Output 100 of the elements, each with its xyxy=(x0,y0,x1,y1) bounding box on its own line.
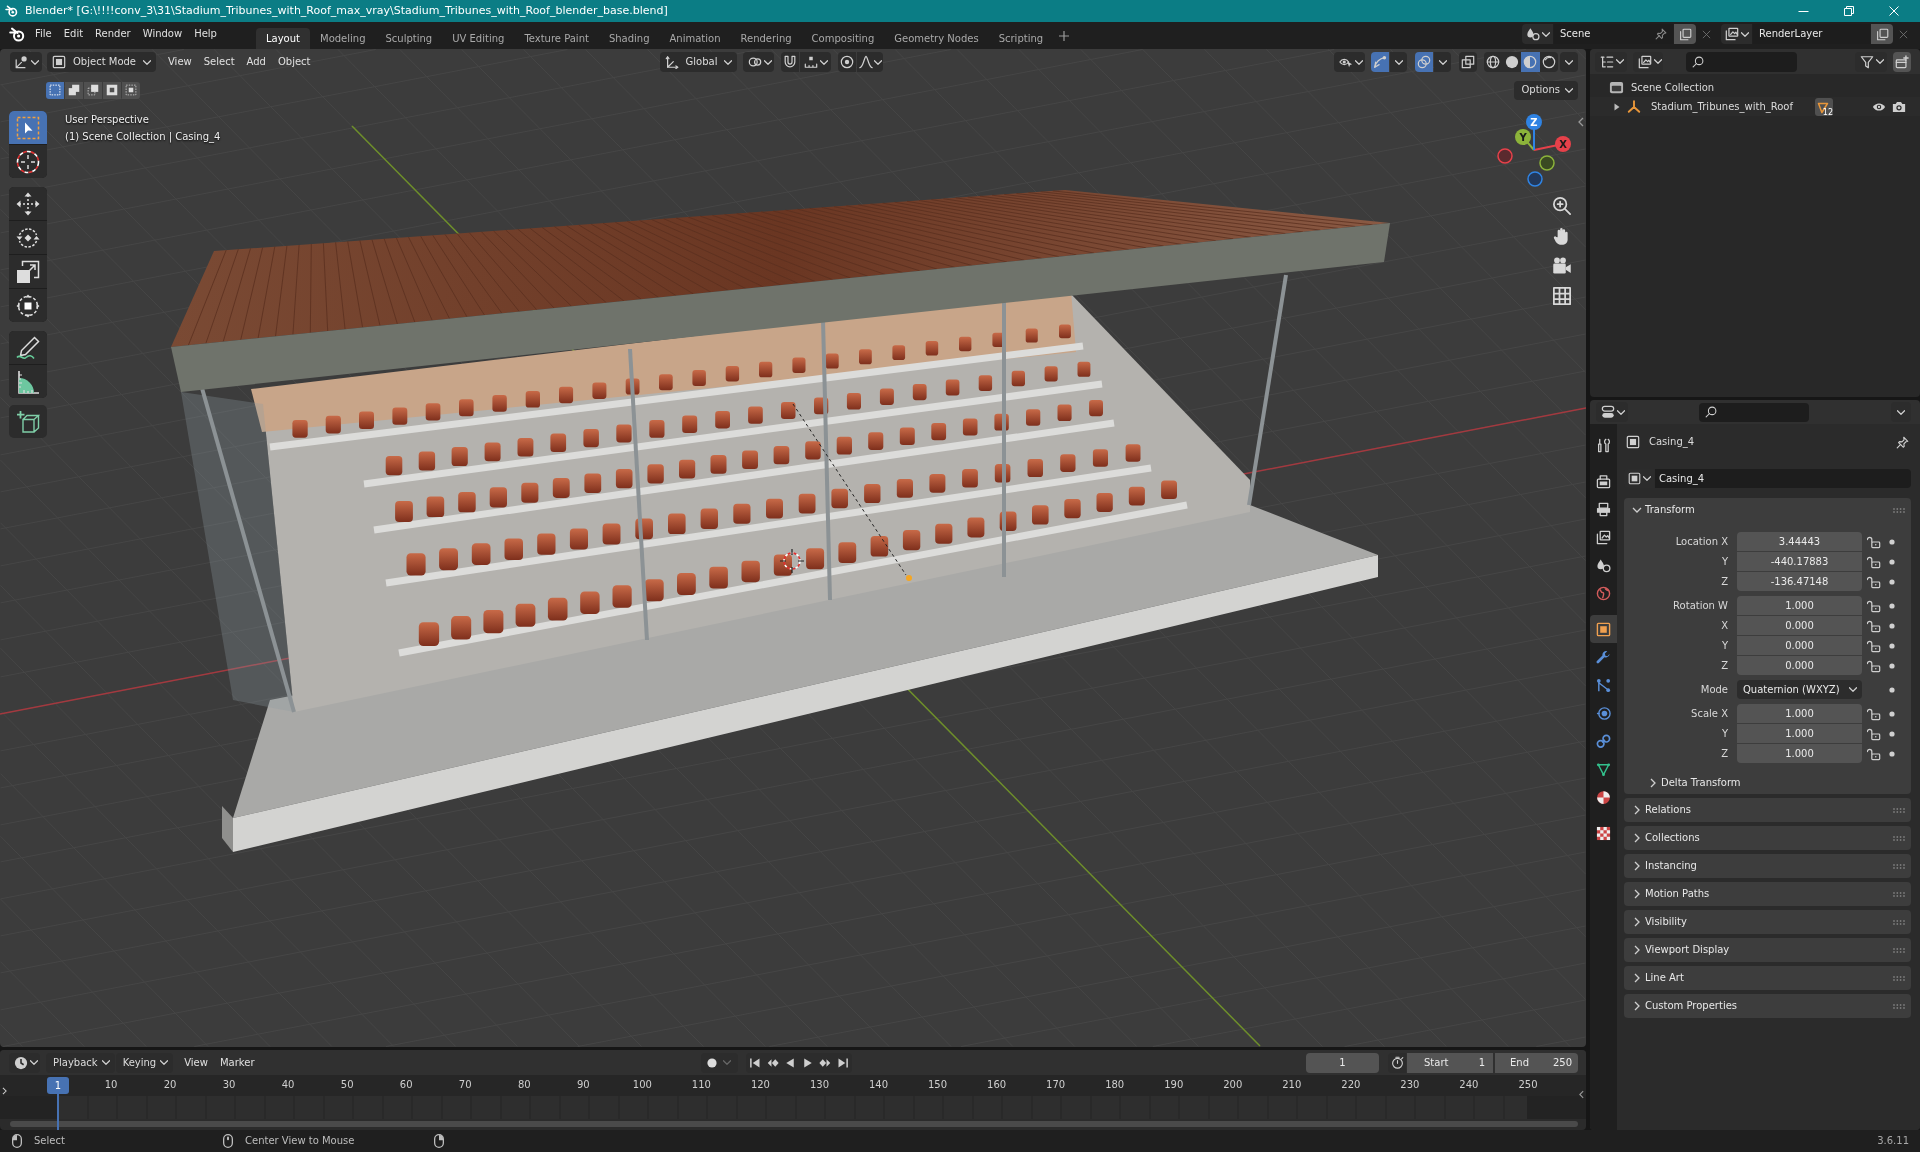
padlock-icon[interactable] xyxy=(1867,574,1881,589)
number-field[interactable]: -440.17883 xyxy=(1737,552,1862,571)
keyframe-dot-icon[interactable] xyxy=(1889,642,1895,649)
auto-keying-toggle[interactable] xyxy=(701,1052,738,1073)
camera-icon[interactable] xyxy=(1552,256,1572,276)
jump-to-start-icon[interactable] xyxy=(749,1056,761,1069)
xray-toggle[interactable] xyxy=(1459,52,1477,72)
current-frame-field[interactable]: 1 xyxy=(1306,1052,1379,1073)
keyframe-dot-icon[interactable] xyxy=(1889,558,1895,565)
menu-button[interactable]: Marker xyxy=(213,1052,261,1073)
padlock-icon[interactable] xyxy=(1867,658,1881,673)
camera-icon[interactable] xyxy=(1892,99,1906,114)
menu-button[interactable]: Edit xyxy=(57,24,90,44)
keyframe-dot-icon[interactable] xyxy=(1889,602,1895,609)
start-frame-field[interactable]: Start 1 xyxy=(1407,1052,1493,1073)
mode-dropdown[interactable]: Object Mode xyxy=(47,52,156,72)
workspace-tab[interactable]: Texture Paint xyxy=(514,28,599,49)
orientation-dropdown[interactable]: Global xyxy=(660,52,737,72)
menu-button[interactable]: Select xyxy=(197,52,241,72)
visibility-dropdown[interactable] xyxy=(1334,52,1365,72)
keyframe-dot-icon[interactable] xyxy=(1889,662,1895,669)
number-field[interactable]: 0.000 xyxy=(1737,656,1862,675)
channels-toggle-icon[interactable] xyxy=(2,1087,7,1095)
search-field[interactable] xyxy=(1699,402,1809,422)
tool-button[interactable] xyxy=(9,405,47,438)
padlock-icon[interactable] xyxy=(1867,746,1881,761)
menu-button[interactable]: Object xyxy=(271,52,317,72)
previous-keyframe-icon[interactable] xyxy=(766,1056,779,1069)
selection-mode-button[interactable] xyxy=(46,81,64,99)
menu-button[interactable]: View xyxy=(178,1052,214,1073)
workspace-tab[interactable]: Scripting xyxy=(988,28,1054,49)
close-icon[interactable] xyxy=(1899,29,1908,39)
overlay-toggle[interactable] xyxy=(1415,52,1433,72)
number-field[interactable]: 0.000 xyxy=(1737,636,1862,655)
tool-button[interactable] xyxy=(9,289,47,322)
menu-button[interactable]: Add xyxy=(240,52,272,72)
outliner-item[interactable]: Stadium_Tribunes_with_Roof xyxy=(1651,100,1793,113)
scene-selector[interactable] xyxy=(1522,24,1553,44)
dropdown-menu[interactable]: Playback xyxy=(46,1052,115,1073)
options-dropdown[interactable] xyxy=(1891,402,1911,422)
editor-type-button[interactable] xyxy=(1595,51,1627,72)
padlock-icon[interactable] xyxy=(1867,618,1881,633)
editor-type-button[interactable] xyxy=(1596,402,1628,422)
panel-header[interactable]: Motion Paths xyxy=(1624,882,1911,906)
selection-mode-button[interactable] xyxy=(122,81,140,99)
number-field[interactable]: 1.000 xyxy=(1737,596,1862,615)
subpanel-header[interactable]: Delta Transform xyxy=(1624,773,1741,793)
end-frame-field[interactable]: End 250 xyxy=(1495,1052,1578,1073)
app-logo-icon[interactable] xyxy=(9,26,25,42)
axis-gizmo-ball[interactable]: Z xyxy=(1526,114,1542,130)
selection-mode-button[interactable] xyxy=(103,81,121,99)
keyframe-dot-icon[interactable] xyxy=(1889,730,1895,737)
number-field[interactable]: -136.47148 xyxy=(1737,572,1862,591)
menu-button[interactable]: View xyxy=(162,52,198,72)
overlay-dropdown[interactable] xyxy=(1434,52,1451,72)
close-icon[interactable] xyxy=(1702,29,1711,39)
menu-button[interactable]: Render xyxy=(89,24,137,44)
scrollbar[interactable] xyxy=(10,1121,1578,1127)
axis-gizmo-ball[interactable]: Y xyxy=(1515,129,1531,145)
padlock-icon[interactable] xyxy=(1867,706,1881,721)
sidebar-toggle-icon[interactable] xyxy=(1578,117,1584,127)
play-reverse-icon[interactable] xyxy=(784,1056,796,1069)
workspace-tab[interactable]: UV Editing xyxy=(442,28,515,49)
workspace-tab[interactable]: Animation xyxy=(659,28,731,49)
axis-gizmo-ball[interactable] xyxy=(1539,155,1555,171)
new-collection-button[interactable] xyxy=(1893,51,1911,72)
gizmo-toggle[interactable] xyxy=(1371,52,1389,72)
number-field[interactable]: 1.000 xyxy=(1737,744,1862,763)
zoom-icon[interactable] xyxy=(1552,196,1572,216)
menu-button[interactable]: Window xyxy=(136,24,189,44)
new-scene-button[interactable] xyxy=(1674,24,1696,44)
snap-toggle[interactable] xyxy=(781,52,799,72)
sidebar-toggle-icon[interactable] xyxy=(1579,1090,1584,1099)
mode-dropdown[interactable]: Quaternion (WXYZ) xyxy=(1737,680,1862,699)
jump-to-end-icon[interactable] xyxy=(836,1056,849,1069)
tool-button[interactable] xyxy=(9,221,47,254)
editor-type-button[interactable] xyxy=(9,1052,40,1073)
pivot-dropdown[interactable] xyxy=(743,52,774,72)
options-dropdown[interactable]: Options xyxy=(1514,80,1578,100)
editor-type-button[interactable] xyxy=(10,52,42,72)
panel-header[interactable]: Custom Properties xyxy=(1624,994,1911,1018)
tool-button[interactable] xyxy=(9,365,47,398)
tool-button[interactable] xyxy=(9,255,47,288)
number-field[interactable]: 1.000 xyxy=(1737,724,1862,743)
minimize-icon[interactable] xyxy=(1798,10,1809,12)
object-name-field[interactable]: Casing_4 xyxy=(1655,469,1911,488)
keyframe-dot-icon[interactable] xyxy=(1889,578,1895,585)
tool-button[interactable] xyxy=(9,145,47,178)
panel-header[interactable]: Collections xyxy=(1624,826,1911,850)
shading-dropdown[interactable] xyxy=(1560,52,1578,72)
outliner-item[interactable]: Scene Collection xyxy=(1631,81,1715,94)
keyframe-dot-icon[interactable] xyxy=(1889,686,1895,693)
add-workspace-icon[interactable] xyxy=(1059,31,1070,41)
keyframe-dot-icon[interactable] xyxy=(1889,710,1895,717)
tool-button[interactable] xyxy=(9,187,47,220)
search-field[interactable] xyxy=(1686,51,1797,72)
display-mode-dropdown[interactable] xyxy=(1633,51,1663,72)
menu-button[interactable]: Help xyxy=(188,24,223,44)
panel-header[interactable]: Line Art xyxy=(1624,966,1911,990)
panel-header[interactable]: Relations xyxy=(1624,798,1911,822)
